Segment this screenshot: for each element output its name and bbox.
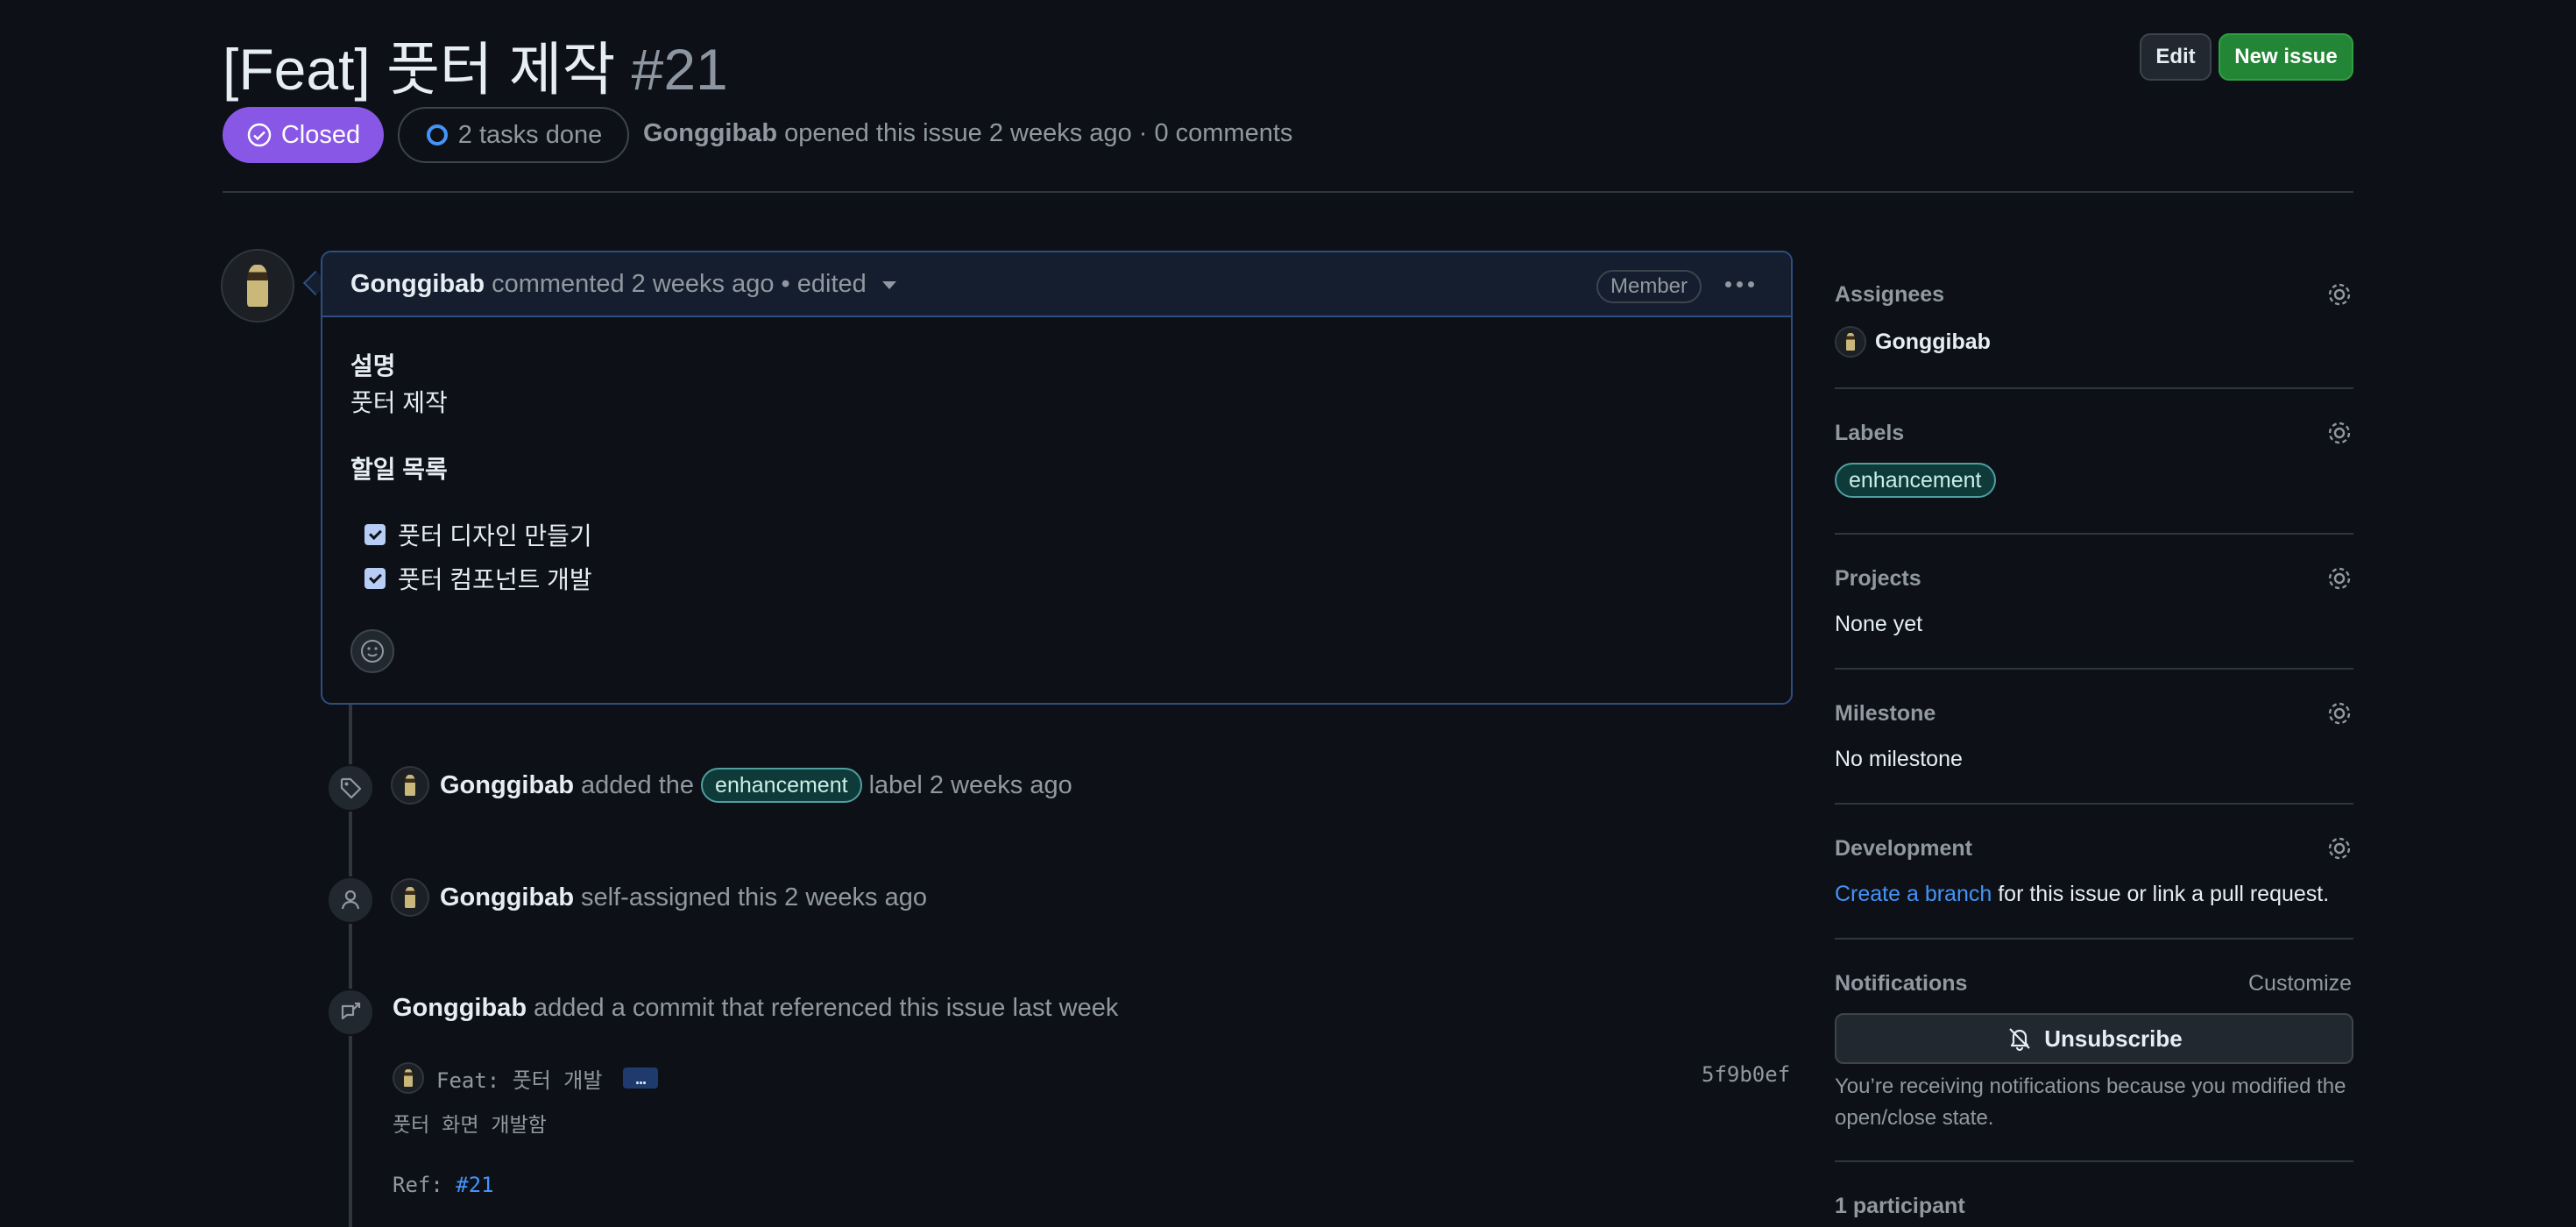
task-checkbox[interactable] <box>364 524 386 545</box>
comment-header: Gonggibab commented 2 weeks ago • edited… <box>322 252 1791 317</box>
event-text: added a commit that referenced this issu… <box>534 994 1119 1022</box>
avatar[interactable] <box>391 766 429 805</box>
milestone-value: No milestone <box>1835 747 1963 771</box>
assignee-item[interactable]: Gonggibab <box>1835 326 1991 358</box>
comment-paragraph: 풋터 제작 <box>350 389 448 416</box>
status-badge: Closed <box>223 107 384 163</box>
labels-heading[interactable]: Labels <box>1835 421 1904 446</box>
sidebar-divider <box>1835 668 2353 670</box>
gear-icon[interactable] <box>2324 833 2355 864</box>
unsubscribe-label: Unsubscribe <box>2044 1025 2183 1052</box>
avatar[interactable] <box>393 1062 424 1094</box>
add-reaction-button[interactable] <box>350 629 394 673</box>
sidebar-divider <box>1835 387 2353 389</box>
task-checkbox[interactable] <box>364 568 386 589</box>
assign-event: Gonggibab self-assigned this 2 weeks ago <box>391 878 927 917</box>
bell-slash-icon <box>2009 1028 2031 1052</box>
notification-reason: You’re receiving notifications because y… <box>1835 1075 2346 1130</box>
commit-ref: Ref: #21 <box>393 1173 494 1197</box>
tasks-label: 2 tasks done <box>457 120 603 149</box>
comment-meta-text[interactable]: commented 2 weeks ago • edited <box>492 270 867 298</box>
development-heading[interactable]: Development <box>1835 836 1972 862</box>
task-label: 풋터 컴포넌트 개발 <box>398 566 592 593</box>
commit-event: Gonggibab added a commit that referenced… <box>393 994 1118 1023</box>
projects-value: None yet <box>1835 612 1923 636</box>
chevron-down-icon[interactable] <box>881 280 896 289</box>
role-badge: Member <box>1596 270 1702 303</box>
edit-button[interactable]: Edit <box>2140 33 2212 81</box>
sidebar-divider <box>1835 533 2353 535</box>
comment-meta: Gonggibab commented 2 weeks ago • edited <box>350 270 896 299</box>
event-actor-link[interactable]: Gonggibab <box>440 771 574 800</box>
event-actor-link[interactable]: Gonggibab <box>393 994 527 1023</box>
assignees-heading[interactable]: Assignees <box>1835 282 1944 308</box>
assignee-name[interactable]: Gonggibab <box>1875 330 1991 355</box>
notifications-heading: Notifications <box>1835 971 1968 996</box>
unsubscribe-button[interactable]: Unsubscribe <box>1835 1013 2353 1064</box>
sidebar-divider <box>1835 803 2353 805</box>
more-options-icon[interactable] <box>1719 268 1759 300</box>
issue-meta-text: opened this issue 2 weeks ago · 0 commen… <box>784 119 1293 147</box>
gear-icon[interactable] <box>2324 563 2355 594</box>
comment-heading: 설명 <box>350 352 396 379</box>
gear-icon[interactable] <box>2324 698 2355 729</box>
issue-title-text: [Feat] 풋터 제작 <box>223 37 616 102</box>
cross-reference-icon <box>327 989 374 1036</box>
commit-title-link[interactable]: Feat: 풋터 개발 <box>436 1063 602 1094</box>
new-issue-button[interactable]: New issue <box>2219 33 2353 81</box>
event-text: added the <box>581 770 695 799</box>
issue-title: [Feat] 풋터 제작 #21 <box>223 23 728 107</box>
header-divider <box>223 191 2353 193</box>
event-text: label 2 weeks ago <box>868 770 1072 799</box>
issue-number: #21 <box>631 37 728 102</box>
event-text: self-assigned this 2 weeks ago <box>581 883 927 911</box>
development-rest: for this issue or link a pull request. <box>1998 882 2330 906</box>
expand-commit-button[interactable]: … <box>623 1067 659 1089</box>
person-icon <box>327 876 374 924</box>
avatar[interactable] <box>221 249 294 323</box>
avatar <box>1835 326 1866 358</box>
create-branch-link[interactable]: Create a branch <box>1835 882 1992 906</box>
gear-icon[interactable] <box>2324 279 2355 310</box>
issue-meta: Gonggibab opened this issue 2 weeks ago … <box>643 119 1292 148</box>
label-event: Gonggibab added the enhancement label 2 … <box>391 766 1072 805</box>
milestone-heading[interactable]: Milestone <box>1835 701 1936 727</box>
event-actor-link[interactable]: Gonggibab <box>440 883 574 912</box>
check-circle-icon <box>247 123 272 147</box>
sidebar-divider <box>1835 938 2353 940</box>
commit-description: 풋터 화면 개발함 <box>393 1114 547 1137</box>
issue-comment: Gonggibab commented 2 weeks ago • edited… <box>321 251 1793 705</box>
issue-ref-link[interactable]: #21 <box>456 1173 493 1197</box>
tasks-badge[interactable]: 2 tasks done <box>398 107 629 163</box>
comment-author-link[interactable]: Gonggibab <box>350 270 485 298</box>
progress-ring-icon <box>426 124 448 145</box>
task-label: 풋터 디자인 만들기 <box>398 522 592 550</box>
sidebar-divider <box>1835 1160 2353 1162</box>
label-badge[interactable]: enhancement <box>701 768 862 803</box>
participants-heading: 1 participant <box>1835 1194 1965 1218</box>
commit-row: Feat: 풋터 개발 … <box>393 1062 659 1094</box>
comment-heading: 할일 목록 <box>350 456 448 483</box>
development-text: Create a branch for this issue or link a… <box>1835 882 2329 907</box>
commit-sha-link[interactable]: 5f9b0ef <box>1702 1062 1790 1087</box>
commit-ref-prefix: Ref: <box>393 1173 443 1197</box>
customize-link[interactable]: Customize <box>2248 971 2352 996</box>
label-badge[interactable]: enhancement <box>1835 463 1996 498</box>
tag-icon <box>327 764 374 812</box>
gear-icon[interactable] <box>2324 417 2355 449</box>
task-item: 풋터 디자인 만들기 <box>364 517 592 552</box>
status-label: Closed <box>280 120 361 149</box>
projects-heading[interactable]: Projects <box>1835 566 1921 592</box>
smiley-icon <box>361 640 384 663</box>
task-item: 풋터 컴포넌트 개발 <box>364 561 592 596</box>
issue-author-link[interactable]: Gonggibab <box>643 119 777 147</box>
avatar[interactable] <box>391 878 429 917</box>
